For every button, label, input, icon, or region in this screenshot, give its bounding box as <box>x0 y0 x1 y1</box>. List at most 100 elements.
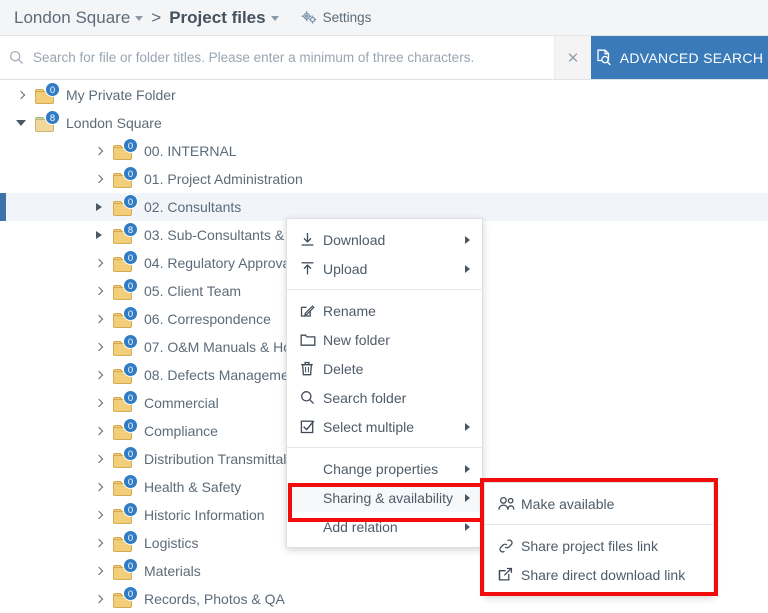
folder-icon: 0 <box>113 390 138 412</box>
chevron-down-icon[interactable] <box>270 15 279 21</box>
chevron-right-icon[interactable] <box>92 174 106 184</box>
folder-icon: 0 <box>35 82 60 104</box>
chevron-down-icon[interactable] <box>14 120 28 126</box>
folder-icon: 0 <box>113 586 138 608</box>
tree-item[interactable]: 8 London Square <box>0 109 768 137</box>
folder-badge-count: 0 <box>123 194 138 209</box>
chevron-right-filled-icon[interactable] <box>92 203 106 211</box>
sharing-availability-submenu[interactable]: Make available Share project files link Sh… <box>484 482 714 596</box>
advanced-search-button[interactable]: ADVANCED SEARCH <box>591 36 768 79</box>
folder-icon: 0 <box>113 306 138 328</box>
chevron-right-icon[interactable] <box>92 258 106 268</box>
upload-icon <box>300 261 319 276</box>
tree-item[interactable]: 0 01. Project Administration <box>0 165 768 193</box>
chevron-right-icon[interactable] <box>92 370 106 380</box>
menu-item[interactable]: Share direct download link <box>485 560 713 589</box>
menu-item-label: Download <box>323 231 386 248</box>
folder-badge-count: 8 <box>45 110 60 125</box>
menu-item[interactable]: Search folder <box>287 383 482 412</box>
chevron-right-icon[interactable] <box>92 342 106 352</box>
menu-item-label: New folder <box>323 331 390 348</box>
breadcrumb-project-label: London Square <box>14 7 131 27</box>
chevron-right-icon[interactable] <box>92 538 106 548</box>
menu-item[interactable]: Rename <box>287 296 482 325</box>
search-bar: ✕ ADVANCED SEARCH <box>0 36 768 80</box>
tree-item-label: London Square <box>66 115 162 131</box>
menu-item-label: Share project files link <box>521 537 658 554</box>
tree-item-label: Compliance <box>144 423 218 439</box>
menu-item-label: Add relation <box>323 518 398 535</box>
folder-icon: 0 <box>113 334 138 356</box>
chevron-right-icon[interactable] <box>92 594 106 604</box>
chevron-right-icon[interactable] <box>92 454 106 464</box>
tree-item-label: 02. Consultants <box>144 199 242 215</box>
rename-pencil-icon <box>300 303 315 318</box>
breadcrumb-section[interactable]: Project files <box>169 8 279 28</box>
folder-icon: 0 <box>113 250 138 272</box>
menu-item-label: Rename <box>323 302 376 319</box>
folder-badge-count: 0 <box>123 474 138 489</box>
chevron-right-icon[interactable] <box>92 398 106 408</box>
menu-item[interactable]: Change properties <box>287 454 482 483</box>
tree-item[interactable]: 0 00. INTERNAL <box>0 137 768 165</box>
external-link-icon <box>498 567 517 582</box>
chevron-right-icon <box>465 422 470 431</box>
settings-button[interactable]: Settings <box>301 10 371 25</box>
chevron-down-icon[interactable] <box>135 15 144 21</box>
menu-item[interactable]: Add relation <box>287 512 482 541</box>
menu-item[interactable]: Make available <box>485 489 713 518</box>
folder-icon: 0 <box>113 530 138 552</box>
menu-divider <box>287 447 482 448</box>
menu-item[interactable]: Sharing & availability <box>287 483 482 512</box>
folder-icon: 0 <box>113 558 138 580</box>
tree-item-label: Materials <box>144 563 201 579</box>
search-input[interactable] <box>31 49 554 66</box>
chevron-right-icon <box>465 464 470 473</box>
folder-badge-count: 0 <box>123 250 138 265</box>
chevron-right-icon[interactable] <box>14 90 28 100</box>
tree-item[interactable]: 0 02. Consultants <box>0 193 768 221</box>
menu-item[interactable]: New folder <box>287 325 482 354</box>
search-field-wrapper[interactable] <box>0 36 554 79</box>
folder-icon: 8 <box>113 222 138 244</box>
folder-icon: 0 <box>113 474 138 496</box>
chevron-right-icon[interactable] <box>92 286 106 296</box>
folder-badge-count: 0 <box>45 82 60 97</box>
folder-icon: 0 <box>113 502 138 524</box>
upload-icon <box>300 261 315 276</box>
menu-item-label: Delete <box>323 360 364 377</box>
menu-item-label: Change properties <box>323 460 439 477</box>
tree-item[interactable]: 0 My Private Folder <box>0 81 768 109</box>
chevron-right-icon[interactable] <box>92 510 106 520</box>
chevron-right-icon <box>465 522 470 531</box>
clear-search-button[interactable]: ✕ <box>554 36 591 79</box>
folder-badge-count: 0 <box>123 446 138 461</box>
folder-icon: 0 <box>113 362 138 384</box>
context-menu[interactable]: Download Upload Rename New folder Delete Sear… <box>286 218 483 548</box>
folder-icon: 0 <box>113 166 138 188</box>
checkbox-icon <box>300 419 315 434</box>
close-icon: ✕ <box>566 49 580 67</box>
chevron-right-icon[interactable] <box>92 314 106 324</box>
breadcrumb-project[interactable]: London Square <box>14 7 144 28</box>
folder-badge-count: 0 <box>123 558 138 573</box>
chevron-right-filled-icon[interactable] <box>92 231 106 239</box>
menu-divider <box>287 289 482 290</box>
chevron-right-icon[interactable] <box>92 566 106 576</box>
chevron-right-icon[interactable] <box>92 426 106 436</box>
folder-icon: 0 <box>113 138 138 160</box>
folder-badge-count: 0 <box>123 530 138 545</box>
menu-item[interactable]: Select multiple <box>287 412 482 441</box>
menu-item[interactable]: Delete <box>287 354 482 383</box>
folder-badge-count: 0 <box>123 502 138 517</box>
chevron-right-icon[interactable] <box>92 482 106 492</box>
chevron-right-icon[interactable] <box>92 146 106 156</box>
tree-item-label: My Private Folder <box>66 87 176 103</box>
menu-item[interactable]: Upload <box>287 254 482 283</box>
menu-item[interactable]: Download <box>287 225 482 254</box>
folder-open-icon: 8 <box>35 110 60 132</box>
document-search-icon <box>596 49 612 66</box>
trash-icon <box>300 361 319 376</box>
menu-item[interactable]: Share project files link <box>485 531 713 560</box>
people-icon <box>498 496 516 511</box>
